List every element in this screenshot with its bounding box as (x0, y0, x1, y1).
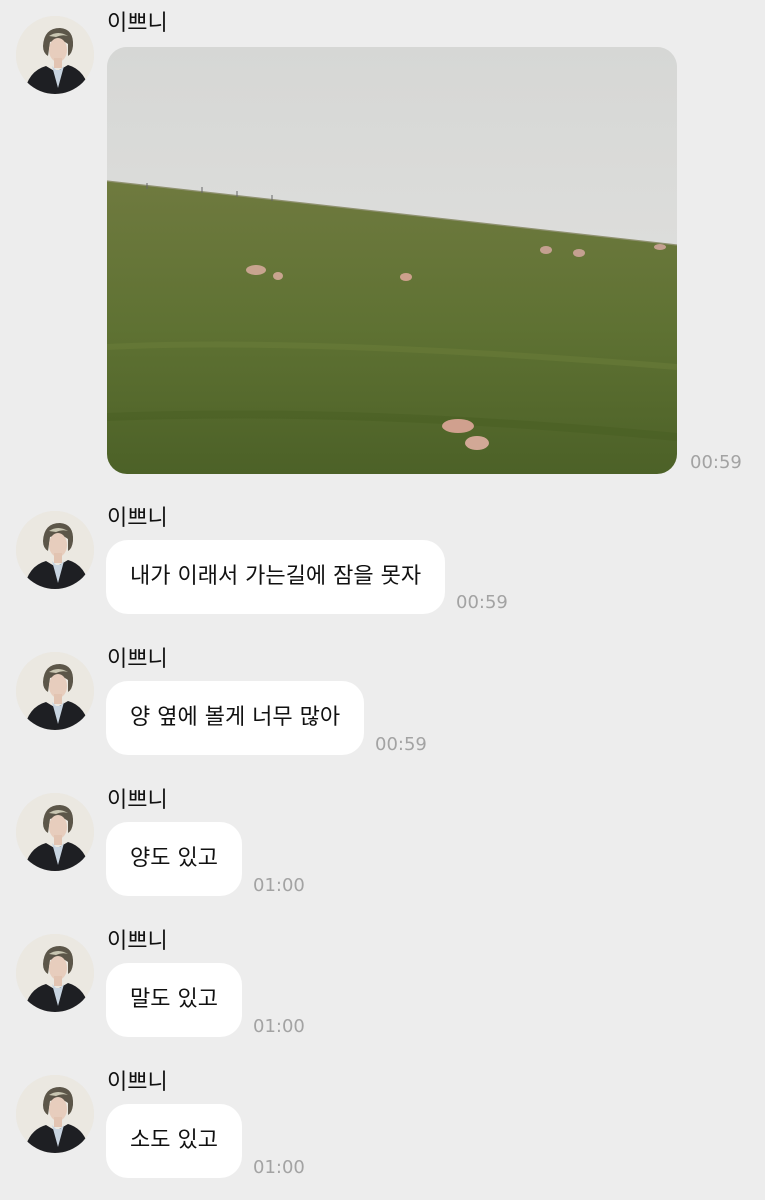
sender-name: 이쁘니 (107, 1070, 168, 1095)
message-bubble[interactable]: 말도 있고 (106, 963, 242, 1037)
message-bubble[interactable]: 양도 있고 (106, 822, 242, 896)
sender-name: 이쁘니 (107, 929, 168, 954)
message-bubble[interactable]: 내가 이래서 가는길에 잠을 못자 (106, 540, 446, 614)
avatar[interactable] (16, 652, 94, 730)
sender-name: 이쁘니 (107, 788, 168, 813)
sender-name: 이쁘니 (107, 11, 168, 36)
message-bubble[interactable]: 양 옆에 볼게 너무 많아 (106, 681, 365, 755)
avatar[interactable] (16, 1075, 94, 1153)
photo-message[interactable] (107, 47, 677, 474)
avatar[interactable] (16, 934, 94, 1012)
avatar[interactable] (16, 16, 94, 94)
avatar[interactable] (16, 793, 94, 871)
message-time: 01:00 (253, 1157, 305, 1178)
message-time: 01:00 (253, 1016, 305, 1037)
message-time: 01:00 (253, 875, 305, 896)
message-bubble[interactable]: 소도 있고 (106, 1104, 242, 1178)
message-time: 00:59 (375, 734, 427, 755)
message-time: 00:59 (690, 452, 742, 473)
avatar[interactable] (16, 511, 94, 589)
sender-name: 이쁘니 (107, 506, 168, 531)
sender-name: 이쁘니 (107, 647, 168, 672)
message-time: 00:59 (456, 592, 508, 613)
